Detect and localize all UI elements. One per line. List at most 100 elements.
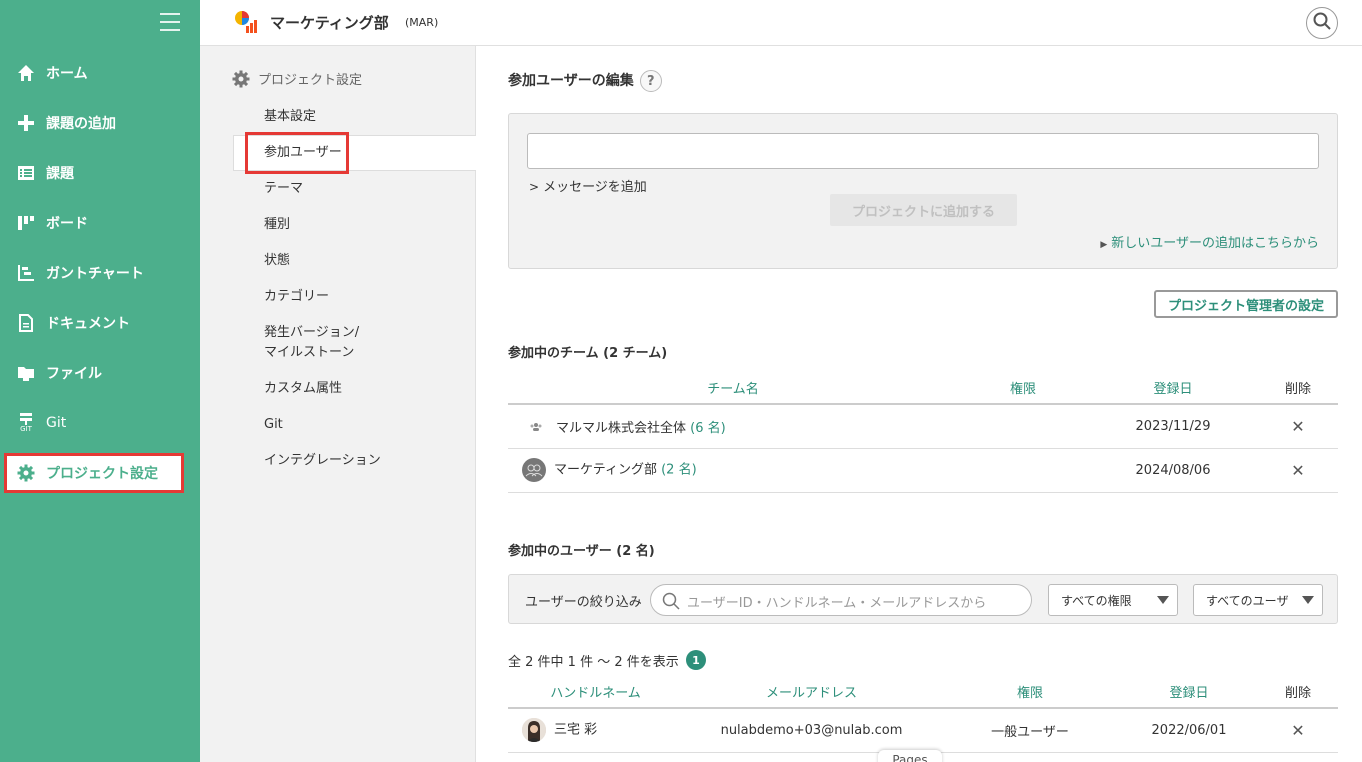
sidebar-item-home[interactable]: ホーム (0, 48, 200, 98)
teams-section-title: 参加中のチーム (2 チーム) (508, 346, 668, 361)
filter-label: ユーザーの絞り込み (525, 595, 642, 610)
users-col-role[interactable]: 権限 (940, 676, 1120, 709)
team-role (958, 448, 1088, 493)
sidebar-item-label: ガントチャート (46, 266, 144, 282)
role-filter-value: すべての権限 (1061, 593, 1132, 608)
teams-col-role[interactable]: 権限 (958, 372, 1088, 405)
search-button[interactable] (1306, 7, 1338, 39)
edit-members-title-text: 参加ユーザーの編集 (508, 73, 634, 89)
sidebar-item-board[interactable]: ボード (0, 198, 200, 248)
settings-nav-item-issue-types[interactable]: 種別 (264, 215, 290, 235)
gear-icon (16, 463, 36, 483)
git-caption: GIT (20, 425, 32, 433)
project-logo-icon (234, 10, 258, 34)
user-avatar (522, 718, 546, 743)
sidebar-item-label: ボード (46, 216, 88, 232)
team-icon (524, 421, 548, 436)
team-member-count[interactable]: (6 名) (690, 421, 726, 436)
project-name[interactable]: マーケティング部 (270, 12, 389, 33)
users-table: ハンドルネーム メールアドレス 権限 登録日 削除 三宅 彩 nulabdemo… (508, 676, 1338, 753)
result-count: 全 2 件中 1 件 〜 2 件を表示 (508, 655, 679, 670)
sidebar-item-label: 課題の追加 (46, 116, 116, 132)
sidebar-item-documents[interactable]: ドキュメント (0, 298, 200, 348)
add-to-project-button[interactable]: プロジェクトに追加する (830, 194, 1017, 226)
sidebar-item-project-settings[interactable]: プロジェクト設定 (4, 453, 184, 493)
home-icon (16, 63, 36, 83)
dropdown-arrow-icon (1157, 596, 1169, 604)
add-member-input[interactable] (527, 133, 1319, 169)
settings-nav-item-basic[interactable]: 基本設定 (264, 107, 316, 127)
user-type-filter-value: すべてのユーザ (1206, 593, 1289, 608)
user-filter-placeholder: ユーザーID・ハンドルネーム・メールアドレスから (687, 596, 987, 611)
role-filter-select[interactable]: すべての権限 (1048, 584, 1178, 616)
table-row: 三宅 彩 nulabdemo+03@nulab.com 一般ユーザー 2022/… (508, 708, 1338, 753)
highlight-frame (245, 132, 349, 174)
settings-nav-item-custom-fields[interactable]: カスタム属性 (264, 379, 342, 399)
sidebar-item-label: 課題 (46, 166, 74, 182)
folder-icon (16, 363, 36, 383)
sidebar-item-gantt[interactable]: ガントチャート (0, 248, 200, 298)
team-name: マルマル株式会社全体 (556, 420, 687, 436)
user-email: nulabdemo+03@nulab.com (683, 708, 940, 753)
add-message-toggle[interactable]: > メッセージを追加 (529, 176, 647, 195)
main-content: 参加ユーザーの編集? > メッセージを追加 プロジェクトに追加する ▶ 新しいユーザ… (476, 46, 1362, 762)
settings-nav-item-versions-line1: 発生バージョン/ (264, 325, 360, 340)
help-icon[interactable]: ? (639, 70, 662, 92)
new-user-link-label: 新しいユーザーの追加はこちらから (1111, 236, 1319, 251)
user-type-filter-select[interactable]: すべてのユーザ (1193, 584, 1323, 616)
settings-nav-item-theme[interactable]: テーマ (264, 179, 303, 199)
sidebar-item-files[interactable]: ファイル (0, 348, 200, 398)
delete-icon[interactable]: ✕ (1258, 448, 1338, 493)
users-col-email[interactable]: メールアドレス (683, 676, 940, 709)
user-date: 2022/06/01 (1120, 708, 1258, 753)
list-icon (16, 163, 36, 183)
teams-table: チーム名 権限 登録日 削除 マルマル株式会社全体 (6 名) 2023/11/… (508, 372, 1338, 493)
settings-nav-title: プロジェクト設定 (232, 69, 362, 88)
teams-col-name[interactable]: チーム名 (508, 372, 958, 405)
settings-nav-item-status[interactable]: 状態 (264, 251, 290, 271)
sidebar-item-git[interactable]: GIT Git (0, 398, 200, 448)
team-member-count[interactable]: (2 名) (661, 463, 697, 478)
sidebar-item-label: プロジェクト設定 (46, 466, 158, 482)
sidebar-item-label: Git (46, 415, 67, 431)
teams-col-delete: 削除 (1258, 372, 1338, 405)
search-icon (661, 591, 681, 615)
settings-nav-item-categories[interactable]: カテゴリー (264, 287, 329, 307)
table-row: マルマル株式会社全体 (6 名) 2023/11/29 ✕ (508, 404, 1338, 449)
settings-nav: プロジェクト設定 基本設定 参加ユーザー テーマ 種別 状態 カテゴリー 発生バ… (200, 46, 477, 762)
user-handle: 三宅 彩 (554, 722, 598, 738)
teams-col-date[interactable]: 登録日 (1088, 372, 1258, 405)
user-role[interactable]: 一般ユーザー (940, 708, 1120, 753)
team-avatar (522, 458, 546, 482)
sidebar-item-label: ドキュメント (46, 316, 130, 332)
settings-nav-item-git[interactable]: Git (264, 415, 283, 435)
search-icon (1312, 11, 1332, 35)
new-user-link[interactable]: ▶ 新しいユーザーの追加はこちらから (1100, 232, 1319, 251)
git-icon: GIT (16, 413, 36, 433)
table-row: マーケティング部 (2 名) 2024/08/06 ✕ (508, 448, 1338, 493)
document-icon (16, 313, 36, 333)
users-col-delete: 削除 (1258, 676, 1338, 709)
top-header: マーケティング部 (MAR) (200, 0, 1362, 46)
users-col-date[interactable]: 登録日 (1120, 676, 1258, 709)
settings-nav-item-versions-line2: マイルストーン (264, 345, 355, 360)
page-number-button[interactable]: 1 (686, 650, 706, 670)
delete-icon[interactable]: ✕ (1258, 708, 1338, 753)
delete-icon[interactable]: ✕ (1258, 404, 1338, 449)
user-filter-bar: ユーザーの絞り込み ユーザーID・ハンドルネーム・メールアドレスから すべての権… (508, 574, 1338, 624)
add-member-panel: > メッセージを追加 プロジェクトに追加する ▶ 新しいユーザーの追加はこちらから (508, 113, 1338, 269)
gear-icon (232, 70, 250, 88)
settings-nav-item-integrations[interactable]: インテグレーション (264, 451, 381, 471)
edit-members-title: 参加ユーザーの編集? (508, 70, 662, 92)
sidebar-item-add-issue[interactable]: 課題の追加 (0, 98, 200, 148)
board-icon (16, 213, 36, 233)
settings-nav-item-versions[interactable]: 発生バージョン/ マイルストーン (264, 323, 359, 363)
dropdown-arrow-icon (1302, 596, 1314, 604)
project-admin-settings-button[interactable]: プロジェクト管理者の設定 (1154, 290, 1338, 318)
team-date: 2023/11/29 (1088, 404, 1258, 449)
pages-tab[interactable]: Pages (878, 750, 942, 762)
hamburger-menu-icon[interactable] (160, 13, 180, 31)
users-col-handle[interactable]: ハンドルネーム (508, 676, 683, 709)
sidebar-item-issues[interactable]: 課題 (0, 148, 200, 198)
user-filter-input[interactable]: ユーザーID・ハンドルネーム・メールアドレスから (650, 584, 1032, 616)
